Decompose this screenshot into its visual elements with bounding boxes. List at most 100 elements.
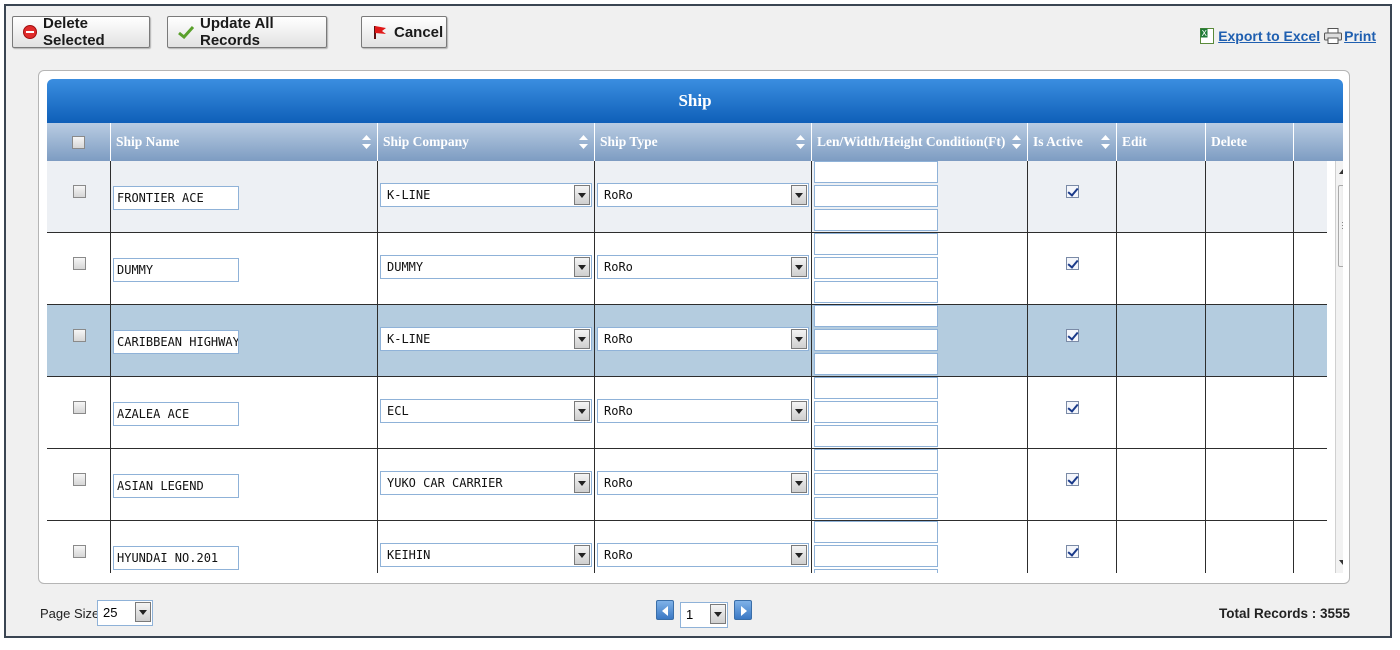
length-input[interactable]	[814, 521, 938, 543]
table-cell: HYUNDAI NO.201	[111, 521, 378, 573]
height-input[interactable]	[814, 353, 938, 375]
chevron-down-icon[interactable]	[574, 401, 590, 421]
row-select-checkbox[interactable]	[73, 329, 86, 342]
row-select-checkbox[interactable]	[73, 545, 86, 558]
chevron-down-icon[interactable]	[791, 329, 807, 349]
ship-name-input[interactable]: HYUNDAI NO.201	[113, 546, 239, 570]
chevron-down-icon[interactable]	[791, 185, 807, 205]
ship-company-select[interactable]: DUMMY	[380, 255, 592, 279]
length-input[interactable]	[814, 449, 938, 471]
top-links: X Export to Excel Print	[1200, 28, 1376, 44]
ship-name-input[interactable]: DUMMY	[113, 258, 239, 282]
column-header-ship-company[interactable]: Ship Company	[378, 123, 595, 161]
width-input[interactable]	[814, 185, 938, 207]
chevron-down-icon[interactable]	[574, 257, 590, 277]
table-cell	[1028, 233, 1117, 305]
width-input[interactable]	[814, 257, 938, 279]
chevron-down-icon[interactable]	[574, 545, 590, 565]
column-header-ship-name[interactable]: Ship Name	[111, 123, 378, 161]
table-row[interactable]: FRONTIER ACE K-LINE RoRo	[47, 161, 1327, 233]
height-input[interactable]	[814, 425, 938, 447]
table-row[interactable]: ASIAN LEGEND YUKO CAR CARRIER RoRo	[47, 449, 1327, 521]
page-select[interactable]: 1	[680, 602, 728, 628]
chevron-down-icon[interactable]	[791, 545, 807, 565]
table-row[interactable]: AZALEA ACE ECL RoRo	[47, 377, 1327, 449]
row-select-checkbox[interactable]	[73, 401, 86, 414]
table-cell	[1028, 305, 1117, 377]
column-label: Ship Name	[116, 134, 180, 149]
width-input[interactable]	[814, 473, 938, 495]
table-row[interactable]: HYUNDAI NO.201 KEIHIN RoRo	[47, 521, 1327, 573]
length-input[interactable]	[814, 161, 938, 183]
table-cell: YUKO CAR CARRIER	[378, 449, 595, 521]
chevron-down-icon[interactable]	[791, 257, 807, 277]
height-input[interactable]	[814, 497, 938, 519]
ship-type-select[interactable]: RoRo	[597, 543, 809, 567]
column-header-dimensions[interactable]: Len/Width/Height Condition(Ft)	[812, 123, 1028, 161]
update-all-records-button[interactable]: Update All Records	[167, 15, 327, 49]
is-active-checkbox[interactable]	[1066, 473, 1079, 486]
row-select-checkbox[interactable]	[73, 257, 86, 270]
ship-type-select[interactable]: RoRo	[597, 471, 809, 495]
is-active-checkbox[interactable]	[1066, 257, 1079, 270]
page-size-select[interactable]: 25	[97, 600, 153, 626]
ship-type-select[interactable]: RoRo	[597, 255, 809, 279]
table-cell: DUMMY	[378, 233, 595, 305]
chevron-down-icon[interactable]	[574, 329, 590, 349]
table-row[interactable]: DUMMY DUMMY RoRo	[47, 233, 1327, 305]
cancel-button[interactable]: Cancel	[361, 16, 447, 48]
height-input[interactable]	[814, 209, 938, 231]
chevron-down-icon[interactable]	[791, 473, 807, 493]
next-page-button[interactable]	[734, 600, 752, 620]
scroll-thumb[interactable]	[1338, 185, 1343, 267]
column-header-is-active[interactable]: Is Active	[1028, 123, 1117, 161]
ship-type-select[interactable]: RoRo	[597, 327, 809, 351]
print-link[interactable]: Print	[1344, 28, 1376, 44]
grid-title: Ship	[47, 79, 1343, 123]
column-header-row: Ship Name Ship Company Ship Type Len/Wid…	[47, 123, 1343, 161]
length-input[interactable]	[814, 233, 938, 255]
is-active-checkbox[interactable]	[1066, 329, 1079, 342]
width-input[interactable]	[814, 401, 938, 423]
ship-type-select[interactable]: RoRo	[597, 399, 809, 423]
ship-company-select[interactable]: YUKO CAR CARRIER	[380, 471, 592, 495]
export-to-excel-link[interactable]: Export to Excel	[1218, 28, 1320, 44]
is-active-checkbox[interactable]	[1066, 401, 1079, 414]
is-active-checkbox[interactable]	[1066, 545, 1079, 558]
scroll-up-icon[interactable]	[1339, 169, 1343, 174]
height-input[interactable]	[814, 281, 938, 303]
ship-type-select[interactable]: RoRo	[597, 183, 809, 207]
row-select-checkbox[interactable]	[73, 473, 86, 486]
table-row[interactable]: CARIBBEAN HIGHWAY K-LINE RoRo	[47, 305, 1327, 377]
ship-company-select[interactable]: K-LINE	[380, 183, 592, 207]
table-cell: RoRo	[595, 233, 812, 305]
delete-selected-button[interactable]: Delete Selected	[12, 15, 150, 49]
scroll-down-icon[interactable]	[1339, 560, 1343, 565]
chevron-down-icon[interactable]	[791, 401, 807, 421]
table-cell	[812, 521, 1028, 573]
ship-name-input[interactable]: AZALEA ACE	[113, 402, 239, 426]
column-label: Edit	[1122, 134, 1147, 149]
width-input[interactable]	[814, 329, 938, 351]
length-input[interactable]	[814, 377, 938, 399]
chevron-down-icon[interactable]	[135, 602, 151, 622]
ship-company-select[interactable]: KEIHIN	[380, 543, 592, 567]
ship-type-value: RoRo	[604, 476, 633, 490]
previous-page-button[interactable]	[656, 600, 674, 620]
height-input[interactable]	[814, 569, 938, 573]
vertical-scrollbar[interactable]	[1335, 161, 1343, 573]
ship-company-select[interactable]: K-LINE	[380, 327, 592, 351]
length-input[interactable]	[814, 305, 938, 327]
is-active-checkbox[interactable]	[1066, 185, 1079, 198]
chevron-down-icon[interactable]	[574, 473, 590, 493]
ship-name-input[interactable]: CARIBBEAN HIGHWAY	[113, 330, 239, 354]
column-header-ship-type[interactable]: Ship Type	[595, 123, 812, 161]
select-all-checkbox[interactable]	[72, 135, 85, 149]
chevron-down-icon[interactable]	[710, 604, 726, 624]
row-select-checkbox[interactable]	[73, 185, 86, 198]
ship-name-input[interactable]: ASIAN LEGEND	[113, 474, 239, 498]
chevron-down-icon[interactable]	[574, 185, 590, 205]
ship-company-select[interactable]: ECL	[380, 399, 592, 423]
ship-name-input[interactable]: FRONTIER ACE	[113, 186, 239, 210]
width-input[interactable]	[814, 545, 938, 567]
